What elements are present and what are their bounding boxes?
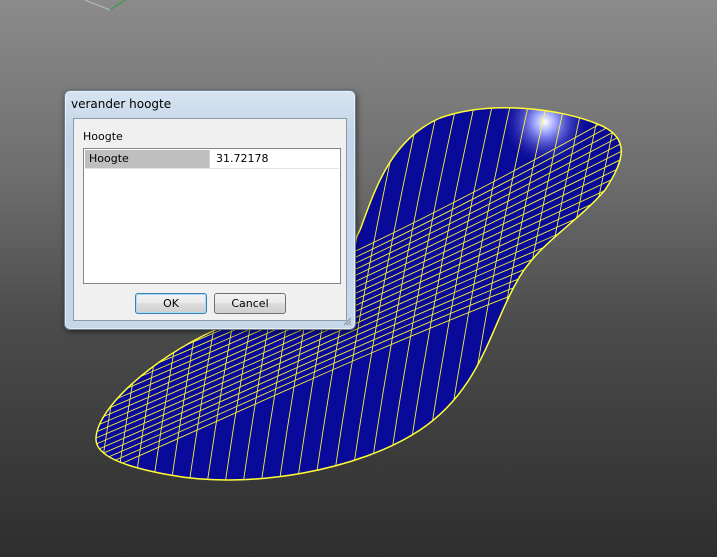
property-name[interactable]: Hoogte xyxy=(85,150,209,168)
resize-grip-icon[interactable] xyxy=(342,316,352,326)
dialog-verander-hoogte[interactable]: verander hoogte Hoogte Hoogte 31.72178 O… xyxy=(64,90,356,330)
property-value-input[interactable]: 31.72178 xyxy=(209,150,339,168)
dialog-body: Hoogte Hoogte 31.72178 OK Cancel xyxy=(73,118,347,321)
property-row-hoogte[interactable]: Hoogte 31.72178 xyxy=(85,150,339,169)
cancel-button[interactable]: Cancel xyxy=(214,293,286,314)
dialog-title: verander hoogte xyxy=(71,97,172,111)
property-grid[interactable]: Hoogte 31.72178 xyxy=(83,148,341,284)
axis-gizmo xyxy=(84,0,126,11)
ok-button[interactable]: OK xyxy=(135,293,207,314)
group-label: Hoogte xyxy=(83,130,123,143)
